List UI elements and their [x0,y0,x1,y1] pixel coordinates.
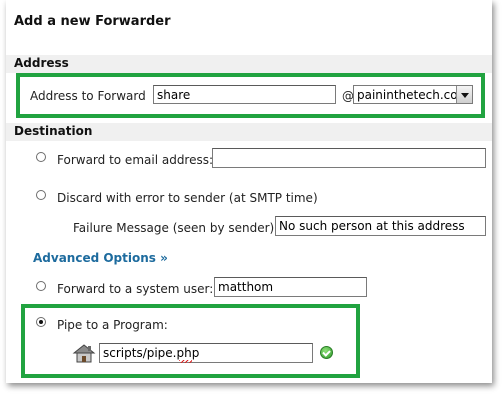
domain-select-value: paininthetech.com [357,88,470,102]
advanced-options-link[interactable]: Advanced Options » [33,251,168,265]
dropdown-arrow-icon[interactable] [456,86,472,103]
pipe-program-input[interactable] [99,343,313,363]
pipe-label: Pipe to a Program: [57,318,168,332]
system-user-input[interactable] [214,277,367,297]
discard-label: Discard with error to sender (at SMTP ti… [57,191,318,205]
forward-email-label: Forward to email address: [57,153,214,167]
forward-email-radio[interactable] [36,152,46,162]
failure-message-input[interactable] [275,216,486,236]
address-to-forward-label: Address to Forward [30,89,146,103]
system-user-label: Forward to a system user: [57,282,214,296]
address-to-forward-input[interactable] [153,85,336,104]
pipe-radio[interactable] [36,317,46,327]
failure-message-label: Failure Message (seen by sender): [73,221,279,235]
address-section-header [6,55,492,73]
page-title: Add a new Forwarder [14,14,171,29]
destination-section-label: Destination [14,124,93,138]
system-user-radio[interactable] [36,281,46,291]
domain-select[interactable]: paininthetech.com [353,85,473,104]
check-icon [320,346,333,359]
pipe-highlight-box [21,304,360,378]
forward-email-input[interactable] [212,148,486,168]
home-icon [72,343,96,363]
spellcheck-underline [179,360,192,363]
address-section-label: Address [14,56,69,70]
discard-radio[interactable] [36,190,46,200]
forwarder-panel: Add a new Forwarder Address Address to F… [6,0,492,383]
